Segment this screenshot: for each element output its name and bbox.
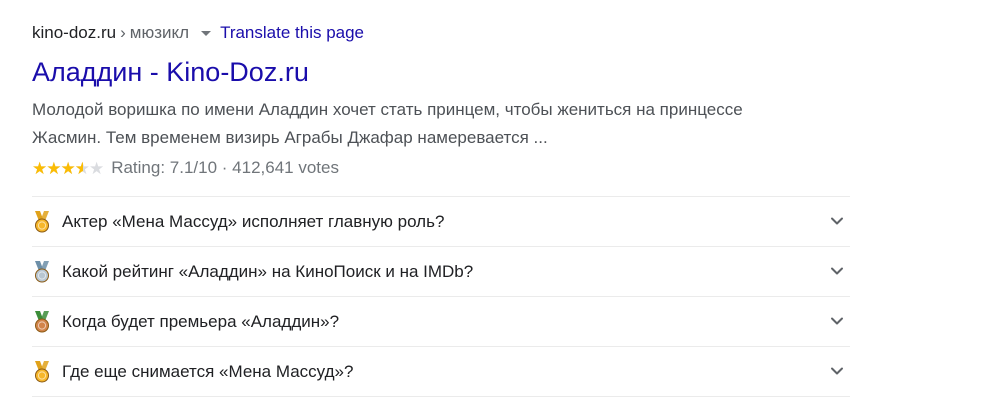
chevron-down-icon[interactable] [830,264,844,278]
rating-row: ★★★★★ ★★★★★ Rating: 7.1/10 · 412,641 vot… [32,156,339,180]
breadcrumb: kino-doz.ru › мюзикл Translate this page [32,22,364,44]
result-title-link[interactable]: Аладдин - Kino-Doz.ru [32,56,309,88]
rating-stars-icon: ★★★★★ ★★★★★ [32,159,104,177]
rating-text: Rating: 7.1/10 · 412,641 votes [111,158,339,177]
faq-list: Актер «Мена Массуд» исполняет главную ро… [32,196,850,397]
faq-question-text: Актер «Мена Массуд» исполняет главную ро… [62,211,445,231]
faq-question-text: Где еще снимается «Мена Массуд»? [62,361,354,381]
gold-medal-icon [35,210,49,232]
faq-item[interactable]: Актер «Мена Массуд» исполняет главную ро… [32,197,850,247]
chevron-down-icon[interactable] [830,364,844,378]
gold-medal-icon [35,360,49,382]
faq-item[interactable]: Где еще снимается «Мена Массуд»? [32,347,850,397]
faq-question-text: Когда будет премьера «Аладдин»? [62,311,340,331]
faq-item[interactable]: Какой рейтинг «Аладдин» на КиноПоиск и н… [32,247,850,297]
faq-item[interactable]: Когда будет премьера «Аладдин»? [32,297,850,347]
breadcrumb-separator: › [120,23,126,42]
result-snippet: Молодой воришка по имени Аладдин хочет с… [32,96,842,152]
bronze-medal-icon [35,310,49,332]
snippet-line: Молодой воришка по имени Аладдин хочет с… [32,100,743,119]
breadcrumb-path: мюзикл [129,23,190,42]
translate-link[interactable]: Translate this page [220,23,364,43]
caret-down-icon[interactable] [201,30,212,36]
chevron-down-icon[interactable] [830,314,844,328]
chevron-down-icon[interactable] [830,214,844,228]
stars-filled: ★★★★★ [32,159,83,177]
silver-medal-icon [35,260,49,282]
snippet-line: Жасмин. Тем временем визирь Аграбы Джафа… [32,128,548,147]
faq-question-text: Какой рейтинг «Аладдин» на КиноПоиск и н… [62,261,474,281]
result-domain[interactable]: kino-doz.ru [32,23,116,43]
